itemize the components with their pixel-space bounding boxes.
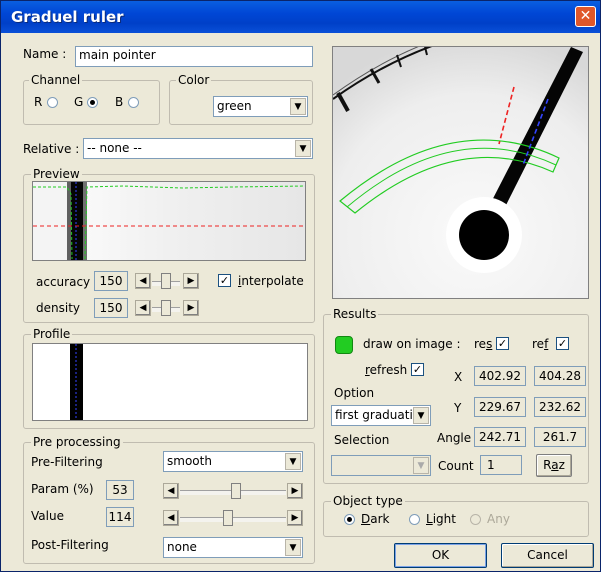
preview-image	[32, 181, 306, 261]
accuracy-left-arrow-icon[interactable]: ◀	[135, 273, 151, 289]
name-label: Name :	[23, 47, 67, 61]
prefilter-select[interactable]: smooth ▼	[163, 451, 303, 472]
chevron-down-icon[interactable]: ▼	[295, 140, 311, 157]
profile-group-title: Profile	[31, 327, 73, 341]
color-select[interactable]: green ▼	[213, 96, 308, 117]
accuracy-slider-thumb[interactable]	[161, 273, 171, 289]
postfilter-select-value: none	[167, 540, 197, 554]
relative-select[interactable]: -- none -- ▼	[83, 138, 313, 159]
density-right-arrow-icon[interactable]: ▶	[183, 300, 199, 316]
value-right-arrow-icon[interactable]: ▶	[287, 510, 303, 526]
param-left-arrow-icon[interactable]: ◀	[163, 483, 179, 499]
res-label: res	[474, 337, 493, 351]
object-dark-radio[interactable]	[344, 514, 355, 525]
dialog-window: Graduel ruler ✕ Name : main pointer Chan…	[0, 0, 601, 572]
res-checkbox[interactable]: ✓	[496, 337, 509, 350]
value-slider-track[interactable]	[180, 517, 286, 522]
y-ref-value: 232.62	[534, 397, 586, 417]
channel-b-radio[interactable]	[128, 97, 139, 108]
interpolate-label-rest: nterpolate	[241, 274, 304, 288]
chevron-down-icon[interactable]: ▼	[285, 539, 301, 556]
chevron-down-icon[interactable]: ▼	[285, 453, 301, 470]
accuracy-label: accuracy	[36, 275, 91, 289]
ref-label: ref	[532, 337, 549, 351]
interpolate-label: interpolate	[238, 274, 304, 288]
results-group-title: Results	[331, 307, 379, 321]
object-type-group-title: Object type	[331, 494, 405, 508]
param-label: Param (%)	[31, 482, 94, 496]
color-select-value: green	[217, 99, 252, 113]
angle-ref-value: 261.7	[534, 427, 586, 447]
y-res-value: 229.67	[474, 397, 526, 417]
count-value: 1	[480, 455, 522, 475]
chevron-down-icon[interactable]: ▼	[290, 98, 306, 115]
refresh-label: refresh :	[365, 363, 416, 377]
option-select-value: first graduation	[335, 408, 413, 422]
raz-button[interactable]: Raz	[536, 454, 572, 477]
postfilter-select[interactable]: none ▼	[163, 537, 303, 558]
name-field[interactable]: main pointer	[75, 46, 313, 67]
close-button[interactable]: ✕	[575, 6, 596, 27]
object-dark-label: Dark	[361, 512, 390, 526]
draw-on-image-label: draw on image :	[363, 337, 461, 351]
angle-res-value: 242.71	[474, 427, 526, 447]
accuracy-right-arrow-icon[interactable]: ▶	[183, 273, 199, 289]
option-label: Option	[334, 386, 375, 400]
channel-r-radio[interactable]	[47, 97, 58, 108]
value-label: Value	[31, 509, 64, 523]
refresh-checkbox[interactable]: ✓	[411, 363, 424, 376]
title-bar[interactable]: Graduel ruler ✕	[1, 1, 600, 33]
selection-select[interactable]: ▼	[331, 455, 431, 476]
object-light-radio[interactable]	[409, 514, 420, 525]
value-left-arrow-icon[interactable]: ◀	[163, 510, 179, 526]
y-label: Y	[454, 401, 462, 415]
channel-g-radio[interactable]	[87, 97, 98, 108]
param-value: 53	[106, 480, 134, 500]
ok-button[interactable]: OK	[394, 543, 487, 568]
density-label: density	[36, 301, 80, 315]
preprocessing-group-title: Pre processing	[31, 435, 123, 449]
status-indicator-icon	[335, 336, 353, 354]
count-label: Count	[438, 459, 474, 473]
param-slider-thumb[interactable]	[231, 483, 241, 499]
object-light-label: Light	[426, 512, 456, 526]
cancel-button[interactable]: Cancel	[501, 543, 594, 568]
ref-checkbox[interactable]: ✓	[556, 337, 569, 350]
interpolate-checkbox[interactable]: ✓	[218, 274, 231, 287]
postfilter-label: Post-Filtering	[31, 538, 109, 552]
chevron-down-icon[interactable]: ▼	[413, 407, 429, 424]
prefilter-select-value: smooth	[167, 454, 212, 468]
object-any-radio[interactable]	[470, 514, 481, 525]
channel-group-title: Channel	[29, 73, 83, 87]
name-value: main pointer	[79, 48, 156, 62]
density-value: 150	[94, 298, 128, 318]
window-title: Graduel ruler	[11, 8, 124, 26]
density-slider-thumb[interactable]	[161, 300, 171, 316]
close-icon: ✕	[579, 8, 592, 24]
angle-label: Angle	[437, 431, 472, 445]
chevron-down-icon[interactable]: ▼	[413, 457, 429, 474]
preview-group-title: Preview	[31, 167, 82, 181]
relative-select-value: -- none --	[87, 141, 142, 155]
value-value: 114	[106, 507, 134, 527]
param-right-arrow-icon[interactable]: ▶	[287, 483, 303, 499]
selection-label: Selection	[334, 433, 390, 447]
profile-image	[32, 343, 308, 421]
x-res-value: 402.92	[474, 366, 526, 386]
option-select[interactable]: first graduation ▼	[331, 405, 431, 426]
x-ref-value: 404.28	[534, 366, 586, 386]
accuracy-value: 150	[94, 271, 128, 291]
gauge-image	[332, 46, 589, 299]
channel-r-label: R	[34, 95, 43, 109]
value-slider-thumb[interactable]	[223, 510, 233, 526]
channel-b-label: B	[115, 95, 124, 109]
relative-label: Relative :	[23, 142, 80, 156]
color-group-title: Color	[176, 73, 212, 87]
x-label: X	[454, 370, 463, 384]
density-left-arrow-icon[interactable]: ◀	[135, 300, 151, 316]
object-any-label: Any	[487, 512, 510, 526]
channel-g-label: G	[74, 95, 84, 109]
prefilter-label: Pre-Filtering	[31, 455, 103, 469]
